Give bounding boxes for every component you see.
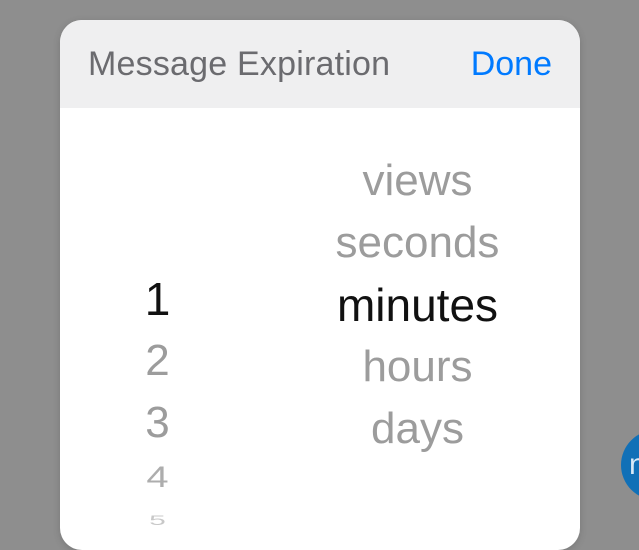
picker-list-number: 1 2 3 4 5 <box>60 268 255 550</box>
picker-item[interactable]: hours <box>362 336 472 398</box>
picker-column-unit[interactable]: views seconds minutes hours days <box>255 108 580 550</box>
action-sheet: Message Expiration Done 1 2 3 4 5 views … <box>60 20 580 550</box>
picker-item[interactable]: 2 <box>145 330 169 392</box>
picker-column-number[interactable]: 1 2 3 4 5 <box>60 108 255 550</box>
picker-item[interactable]: seconds <box>336 212 500 274</box>
picker-area: 1 2 3 4 5 views seconds minutes hours da… <box>60 108 580 550</box>
picker-item[interactable]: 1 <box>145 268 171 330</box>
picker-list-unit: views seconds minutes hours days <box>255 150 580 460</box>
picker-item[interactable]: 5 <box>149 507 166 535</box>
picker-item[interactable]: views <box>362 150 472 212</box>
picker-item[interactable]: 4 <box>146 454 168 501</box>
fab-partial-label: n <box>629 448 639 482</box>
picker-item[interactable]: 3 <box>145 392 169 454</box>
sheet-header: Message Expiration Done <box>60 20 580 108</box>
done-button[interactable]: Done <box>471 45 552 84</box>
picker-item[interactable]: minutes <box>337 274 498 336</box>
picker-item[interactable]: days <box>371 398 464 460</box>
sheet-title: Message Expiration <box>88 45 390 84</box>
floating-action-button[interactable]: n <box>621 430 639 500</box>
